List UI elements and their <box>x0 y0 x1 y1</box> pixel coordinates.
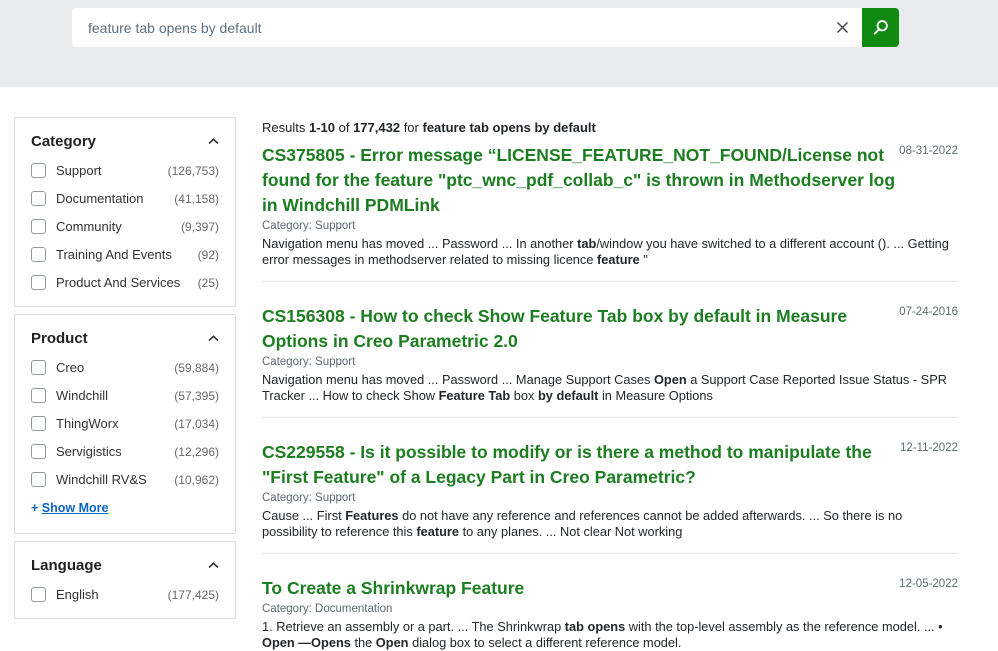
filter-option-creo: Creo (59,884) <box>31 360 219 375</box>
filter-header-category[interactable]: Category <box>31 133 219 150</box>
result-category: Category: Support <box>262 492 356 504</box>
filter-option-product-and-services: Product And Services (25) <box>31 275 219 290</box>
result-date: 12-11-2022 <box>900 442 958 454</box>
filter-header-product[interactable]: Product <box>31 330 219 347</box>
result-category: Category: Support <box>262 220 356 232</box>
filter-label: Creo <box>56 360 85 375</box>
checkbox-servigistics[interactable] <box>31 444 46 459</box>
filter-count: (10,962) <box>174 472 219 487</box>
filter-count: (17,034) <box>174 416 219 431</box>
chevron-up-icon <box>208 335 219 342</box>
result-snippet: Cause ... First Features do not have any… <box>262 508 903 539</box>
result-date: 08-31-2022 <box>899 145 958 157</box>
result-category: Category: Documentation <box>262 603 393 615</box>
filter-box-category: Category Support (126,753) Documentation… <box>14 117 236 307</box>
checkbox-windchill[interactable] <box>31 388 46 403</box>
result-title-link[interactable]: To Create a Shrinkwrap Feature <box>262 576 910 601</box>
result-snippet: 1. Retrieve an assembly or a part. ... T… <box>262 619 943 650</box>
checkbox-windchill-rvs[interactable] <box>31 472 46 487</box>
checkbox-community[interactable] <box>31 219 46 234</box>
search-input[interactable] <box>72 8 862 47</box>
filter-title: Language <box>31 557 102 574</box>
results-panel: Results 1-10 of 177,432 for feature tab … <box>262 117 958 651</box>
search-result: 12-11-2022 CS229558 - Is it possible to … <box>262 418 958 554</box>
result-snippet: Navigation menu has moved ... Password .… <box>262 236 949 267</box>
checkbox-support[interactable] <box>31 163 46 178</box>
filter-option-windchill-rvs: Windchill RV&S (10,962) <box>31 472 219 487</box>
result-title-link[interactable]: CS156308 - How to check Show Feature Tab… <box>262 304 910 354</box>
result-category: Category: Support <box>262 356 356 368</box>
filter-label: Training And Events <box>56 247 172 262</box>
filter-label: Community <box>56 219 122 234</box>
show-more-label: Show More <box>41 501 109 515</box>
filter-option-english: English (177,425) <box>31 587 219 602</box>
filter-count: (25) <box>197 275 219 290</box>
filter-option-training-and-events: Training And Events (92) <box>31 247 219 262</box>
result-title-link[interactable]: CS375805 - Error message “LICENSE_FEATUR… <box>262 143 910 218</box>
result-title-link[interactable]: CS229558 - Is it possible to modify or i… <box>262 440 910 490</box>
show-more-link[interactable]: + Show More <box>31 501 108 515</box>
filter-label: English <box>56 587 99 602</box>
x-mark-icon <box>835 20 850 35</box>
filter-count: (12,296) <box>174 444 219 459</box>
filter-box-product: Product Creo (59,884) Windchill (57,395)… <box>14 314 236 534</box>
clear-search-button[interactable] <box>826 8 858 47</box>
results-summary: Results 1-10 of 177,432 for feature tab … <box>262 120 596 135</box>
checkbox-english[interactable] <box>31 587 46 602</box>
filter-label: Windchill RV&S <box>56 472 147 487</box>
filter-count: (57,395) <box>174 388 219 403</box>
filter-title: Product <box>31 330 88 347</box>
search-button[interactable] <box>862 8 899 47</box>
filter-count: (41,158) <box>174 191 219 206</box>
filter-title: Category <box>31 133 97 150</box>
result-date: 07-24-2016 <box>899 306 958 318</box>
checkbox-training-and-events[interactable] <box>31 247 46 262</box>
search-bar <box>72 8 899 47</box>
search-result: 08-31-2022 CS375805 - Error message “LIC… <box>262 135 958 282</box>
filter-label: Servigistics <box>56 444 122 459</box>
filter-option-windchill: Windchill (57,395) <box>31 388 219 403</box>
filter-box-language: Language English (177,425) <box>14 541 236 619</box>
filter-count: (59,884) <box>174 360 219 375</box>
filter-option-community: Community (9,397) <box>31 219 219 234</box>
filter-count: (9,397) <box>180 219 219 234</box>
result-snippet: Navigation menu has moved ... Password .… <box>262 372 947 403</box>
filter-count: (126,753) <box>167 163 219 178</box>
search-result: 07-24-2016 CS156308 - How to check Show … <box>262 282 958 418</box>
filter-option-thingworx: ThingWorx (17,034) <box>31 416 219 431</box>
filter-label: Product And Services <box>56 275 181 290</box>
filters-sidebar: Category Support (126,753) Documentation… <box>14 117 236 626</box>
chevron-up-icon <box>208 138 219 145</box>
checkbox-documentation[interactable] <box>31 191 46 206</box>
checkbox-thingworx[interactable] <box>31 416 46 431</box>
filter-label: ThingWorx <box>56 416 119 431</box>
filter-label: Windchill <box>56 388 109 403</box>
filter-count: (92) <box>197 247 219 262</box>
result-date: 12-05-2022 <box>899 578 958 590</box>
filter-label: Support <box>56 163 102 178</box>
plus-icon: + <box>31 501 42 515</box>
chevron-up-icon <box>208 562 219 569</box>
filter-label: Documentation <box>56 191 144 206</box>
filter-header-language[interactable]: Language <box>31 557 219 574</box>
page-header <box>0 0 998 87</box>
magnifier-icon <box>871 18 890 37</box>
filter-option-servigistics: Servigistics (12,296) <box>31 444 219 459</box>
filter-count: (177,425) <box>167 587 219 602</box>
filter-option-support: Support (126,753) <box>31 163 219 178</box>
search-result: 12-05-2022 To Create a Shrinkwrap Featur… <box>262 554 958 651</box>
checkbox-product-and-services[interactable] <box>31 275 46 290</box>
checkbox-creo[interactable] <box>31 360 46 375</box>
filter-option-documentation: Documentation (41,158) <box>31 191 219 206</box>
